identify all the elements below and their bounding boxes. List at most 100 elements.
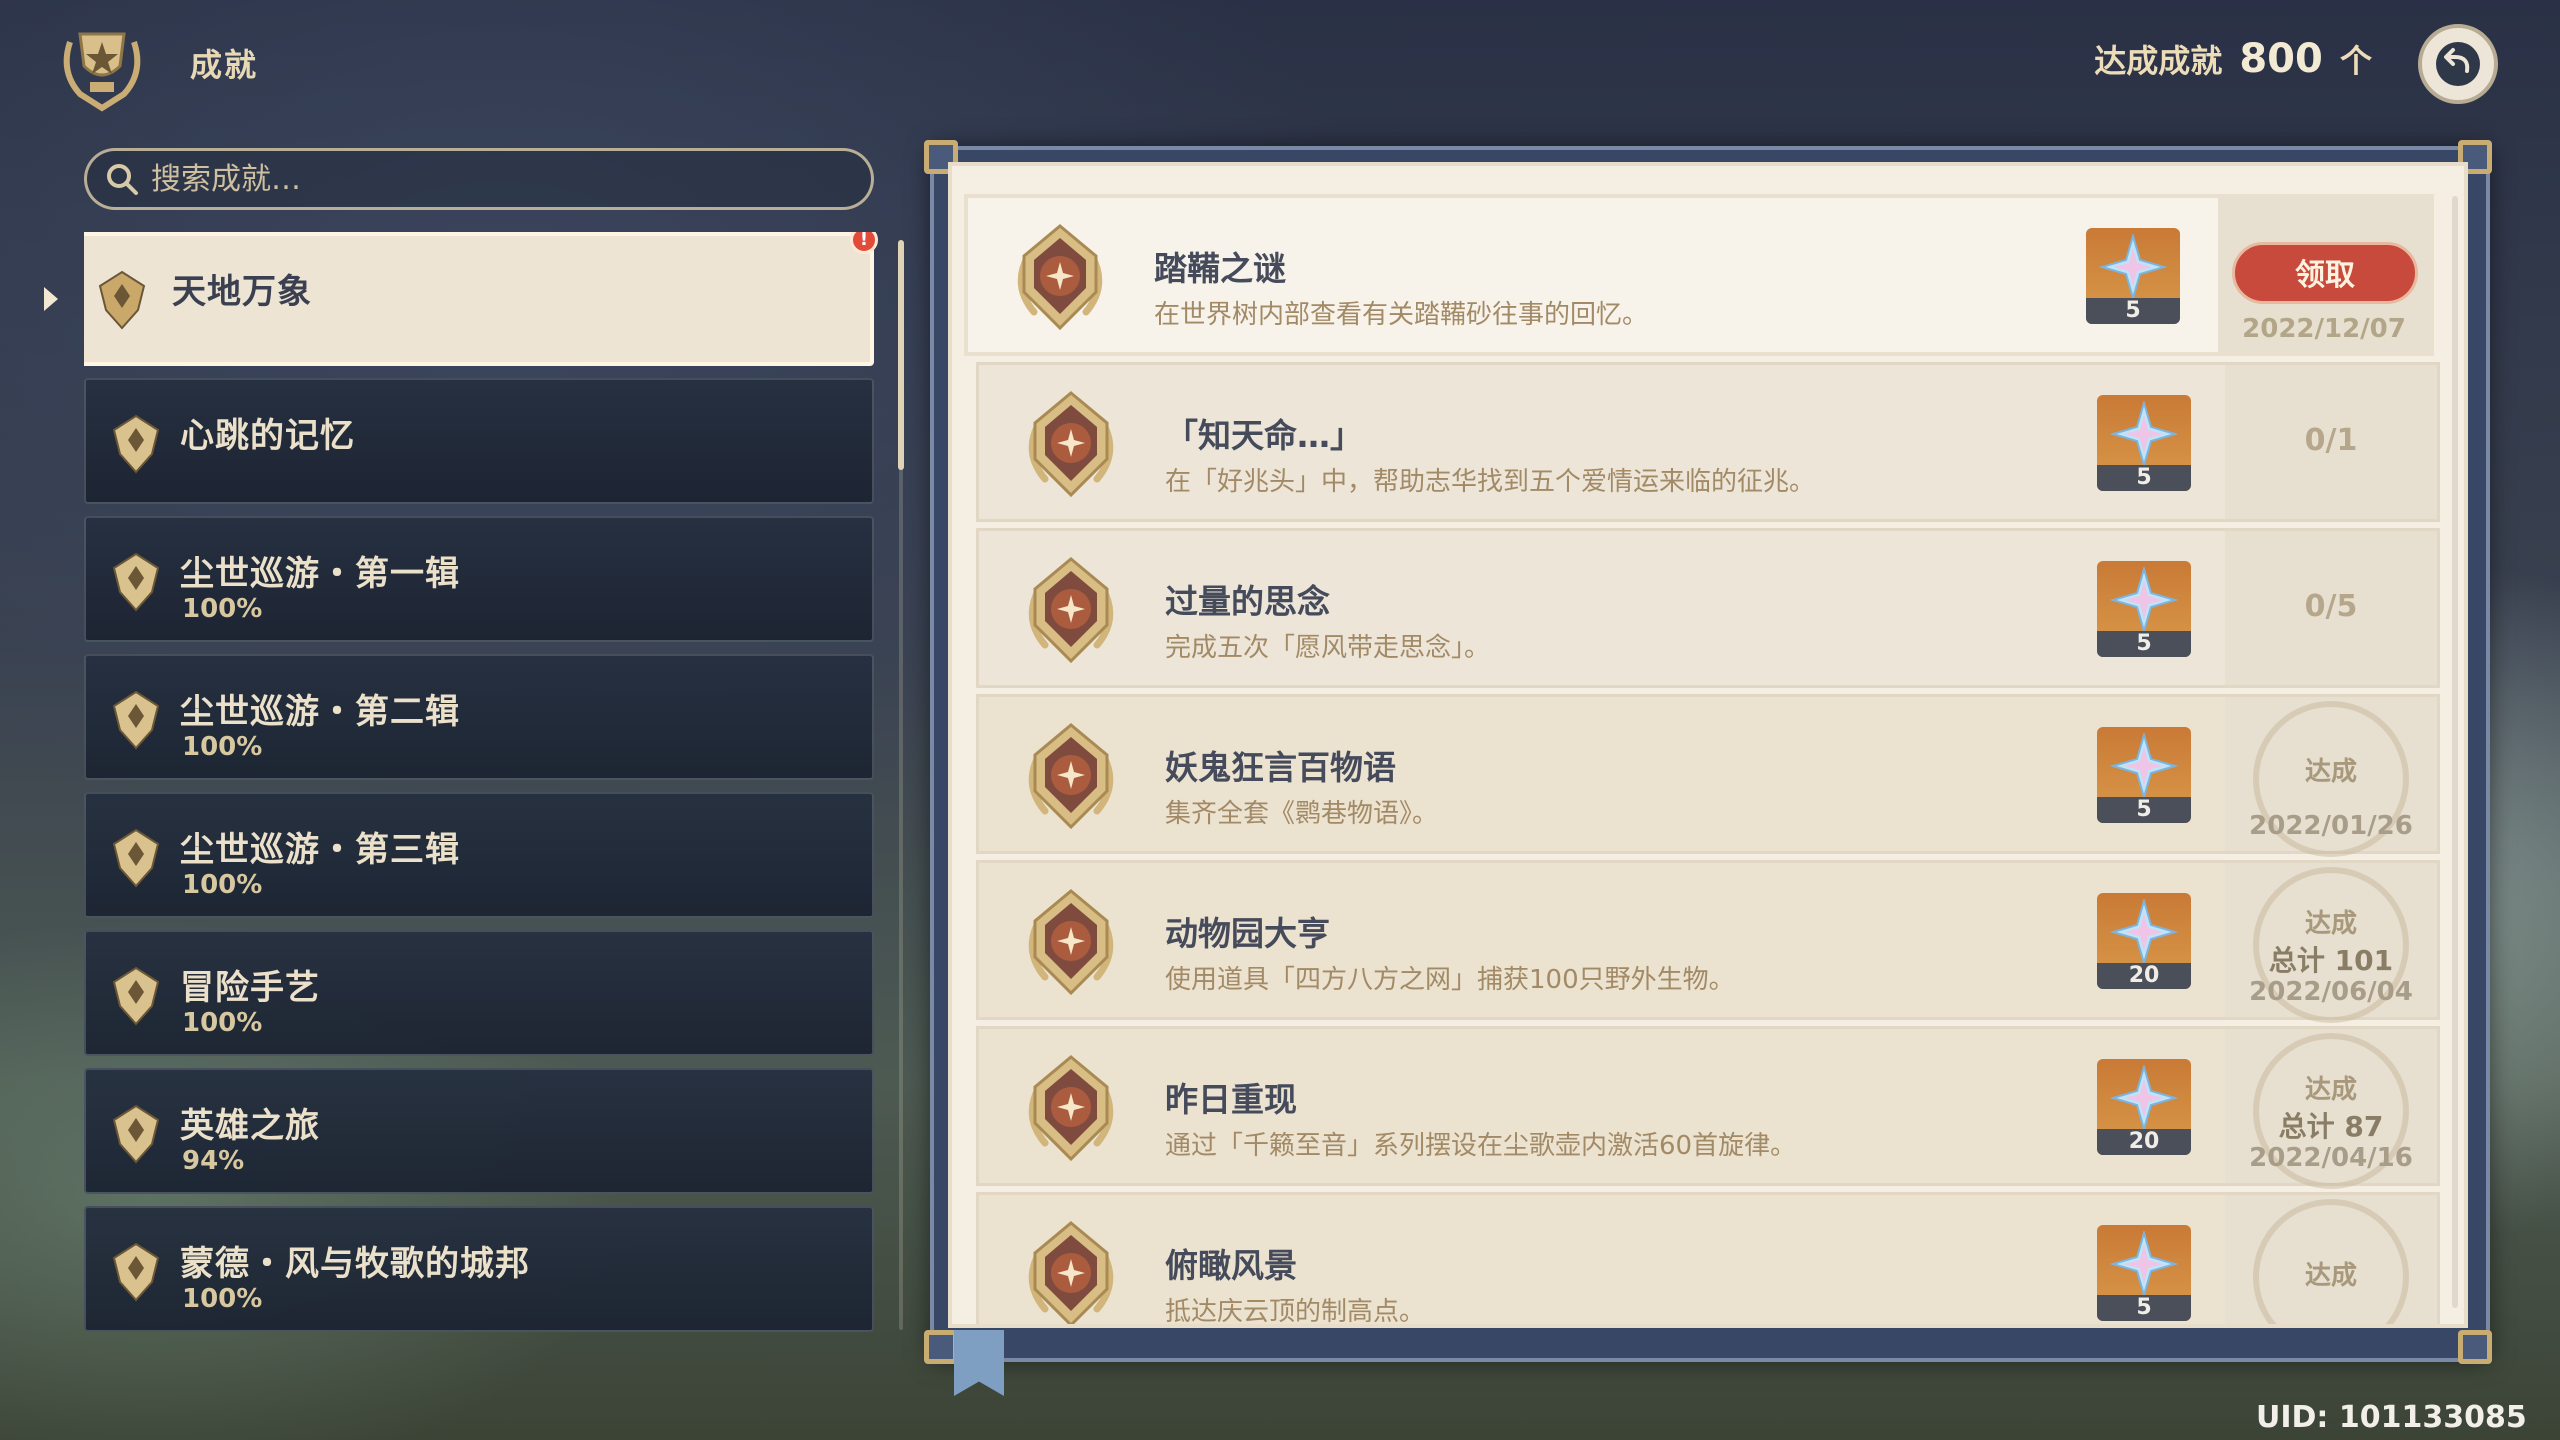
sidebar-item-category[interactable]: 天地万象!	[84, 232, 878, 366]
achievement-description: 通过「千籁至音」系列摆设在尘歌壶内激活60首旋律。	[1165, 1131, 1797, 1161]
reward-count: 5	[2097, 465, 2191, 491]
achievement-description: 在世界树内部查看有关踏鞴砂往事的回忆。	[1154, 300, 1649, 330]
reward-item[interactable]: 20	[2097, 893, 2191, 989]
category-name: 心跳的记忆	[180, 416, 355, 456]
back-button[interactable]	[2418, 24, 2498, 104]
achievement-medal-icon	[1028, 1221, 1114, 1324]
achievement-medal-icon	[1028, 723, 1114, 830]
achievement-row: 「知天命…」在「好兆头」中，帮助志华找到五个爱情运来临的征兆。 5 0/1	[976, 362, 2440, 522]
sidebar-item-category[interactable]: 尘世巡游・第二辑 100%	[84, 654, 874, 780]
achievement-date: 2022/06/04	[2249, 977, 2413, 1007]
achievement-status-area: 0/1	[2225, 365, 2437, 519]
sidebar-item-category[interactable]: 尘世巡游・第三辑 100%	[84, 792, 874, 918]
frame-corner-ornament	[924, 1330, 958, 1364]
category-name: 天地万象	[172, 272, 312, 312]
achievement-total: 总计 87	[2278, 1110, 2384, 1143]
achievement-description: 使用道具「四方八方之网」捕获100只野外生物。	[1165, 965, 1735, 995]
achievement-description: 完成五次「愿风带走思念」。	[1165, 633, 1491, 663]
reward-count: 5	[2097, 631, 2191, 657]
summary-suffix: 个	[2339, 42, 2372, 80]
sidebar-item-category[interactable]: 尘世巡游・第一辑 100%	[84, 516, 874, 642]
achievement-name: 动物园大亨	[1165, 914, 1330, 953]
achievement-row: 踏鞴之谜 在世界树内部查看有关踏鞴砂往事的回忆。 5 领取 2022/12/07	[964, 194, 2434, 356]
achievement-date: 2022/04/16	[2249, 1143, 2413, 1173]
achievement-medal-icon	[1028, 889, 1114, 996]
reward-count: 5	[2086, 298, 2180, 324]
achievement-name: 「知天命…」	[1165, 416, 1363, 455]
achievement-medal-icon	[1017, 224, 1103, 331]
achievement-status: 达成	[2304, 1075, 2357, 1105]
achievement-list: 踏鞴之谜 在世界树内部查看有关踏鞴砂往事的回忆。 5 领取 2022/12/07 「知天命…	[964, 194, 2444, 1327]
achievement-name: 过量的思念	[1165, 582, 1330, 621]
search-box[interactable]	[84, 148, 874, 210]
reward-item[interactable]: 5	[2086, 228, 2180, 324]
reward-count: 20	[2097, 963, 2191, 989]
achievement-medal-icon	[1028, 391, 1114, 498]
reward-count: 20	[2097, 1129, 2191, 1155]
category-sidebar: 天地万象! 心跳的记忆 尘世巡游・第一辑 100% 尘世巡游・第二辑 100% 尘世巡游・第…	[84, 232, 884, 1360]
achievement-summary: 达成成就 800 个	[2094, 36, 2372, 82]
category-emblem-icon	[112, 1242, 160, 1302]
reward-item[interactable]: 20	[2097, 1059, 2191, 1155]
achievement-status: 达成	[2304, 1261, 2357, 1291]
primogem-icon	[2098, 234, 2168, 300]
search-icon	[107, 164, 138, 195]
return-arrow-icon	[2436, 42, 2480, 86]
reward-item[interactable]: 5	[2097, 727, 2191, 823]
achievement-row: 过量的思念完成五次「愿风带走思念」。 5 0/5	[976, 528, 2440, 688]
category-emblem-icon	[112, 552, 160, 612]
sidebar-item-category[interactable]: 冒险手艺 100%	[84, 930, 874, 1056]
achievement-description: 在「好兆头」中，帮助志华找到五个爱情运来临的征兆。	[1165, 467, 1816, 497]
achievement-row: 俯瞰风景 抵达庆云顶的制高点。 5 达成	[976, 1192, 2440, 1327]
achievement-description: 集齐全套《鹮巷物语》。	[1165, 799, 1439, 829]
achievement-status-area: 达成 2022/01/26	[2225, 697, 2437, 857]
achievement-description: 抵达庆云顶的制高点。	[1165, 1297, 1426, 1327]
category-emblem-icon	[112, 414, 160, 474]
reward-count: 5	[2097, 1295, 2191, 1321]
category-emblem-icon	[98, 270, 146, 330]
achievement-status-area: 0/5	[2225, 531, 2437, 685]
primogem-icon	[2109, 567, 2179, 633]
summary-count: 800	[2239, 36, 2323, 82]
achievement-status-area: 达成总计 87 2022/04/16	[2225, 1029, 2437, 1189]
new-alert-badge: !	[850, 232, 878, 254]
page-title: 成就	[190, 46, 259, 84]
primogem-icon	[2109, 899, 2179, 965]
uid-label: UID: 101133085	[2256, 1400, 2527, 1435]
claim-button[interactable]: 领取	[2232, 242, 2418, 304]
primogem-icon	[2109, 401, 2179, 467]
reward-item[interactable]: 5	[2097, 1225, 2191, 1321]
achievement-row: 妖鬼狂言百物语 集齐全套《鹮巷物语》。 5 达成 2022/01/26	[976, 694, 2440, 857]
category-emblem-icon	[112, 1104, 160, 1164]
summary-prefix: 达成成就	[2094, 42, 2223, 80]
achievement-name: 踏鞴之谜	[1154, 249, 1286, 288]
achievement-status-area: 达成 总计 101 2022/06/04	[2225, 863, 2437, 1023]
achievement-trophy-icon	[50, 12, 154, 116]
achievement-list-panel: 踏鞴之谜 在世界树内部查看有关踏鞴砂往事的回忆。 5 领取 2022/12/07 「知天命…	[948, 162, 2468, 1328]
list-scrollbar[interactable]	[2452, 196, 2458, 1308]
primogem-icon	[2109, 733, 2179, 799]
achievement-date: 2022/01/26	[2249, 811, 2413, 841]
sidebar-scrollbar[interactable]	[898, 240, 904, 470]
sidebar-item-category[interactable]: 心跳的记忆	[84, 378, 874, 504]
primogem-icon	[2109, 1065, 2179, 1131]
category-percent: 100%	[182, 594, 263, 624]
reward-count: 5	[2097, 797, 2191, 823]
category-percent: 100%	[182, 870, 263, 900]
primogem-icon	[2109, 1231, 2179, 1297]
category-emblem-icon	[112, 966, 160, 1026]
bookmark-ribbon	[954, 1330, 1004, 1396]
category-name: 英雄之旅	[180, 1106, 320, 1146]
category-percent: 100%	[182, 1284, 263, 1314]
reward-item[interactable]: 5	[2097, 561, 2191, 657]
search-input[interactable]	[151, 161, 851, 197]
frame-corner-ornament	[2458, 1330, 2492, 1364]
category-name: 冒险手艺	[180, 968, 320, 1008]
category-emblem-icon	[112, 690, 160, 750]
achievement-name: 昨日重现	[1165, 1080, 1297, 1119]
sidebar-item-category[interactable]: 蒙德・风与牧歌的城邦 100%	[84, 1206, 874, 1332]
category-name: 尘世巡游・第二辑	[180, 692, 460, 732]
category-name: 尘世巡游・第三辑	[180, 830, 460, 870]
reward-item[interactable]: 5	[2097, 395, 2191, 491]
sidebar-item-category[interactable]: 英雄之旅 94%	[84, 1068, 874, 1194]
